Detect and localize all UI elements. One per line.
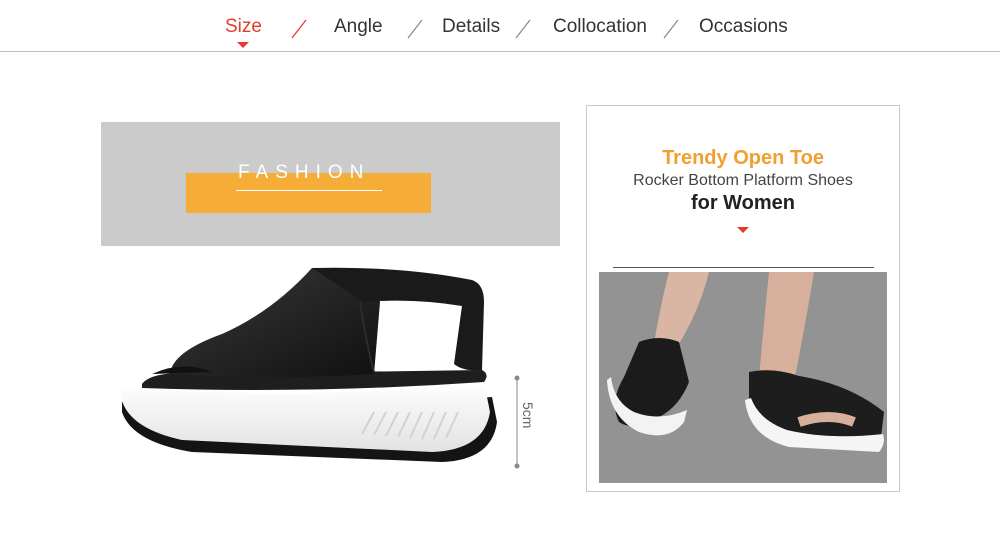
- model-wearing-shoes-photo: [599, 272, 887, 483]
- card-divider: [613, 267, 874, 268]
- tab-occasions[interactable]: Occasions: [699, 16, 788, 38]
- card-title-highlight: Trendy Open Toe: [662, 147, 824, 169]
- tab-details-label: Details: [442, 16, 501, 37]
- tab-separator-icon: [291, 19, 307, 39]
- active-tab-caret-icon: [237, 42, 250, 48]
- tab-angle-label: Angle: [334, 16, 383, 37]
- tab-size-label: Size: [225, 16, 262, 37]
- height-measure-label: 5cm: [520, 402, 536, 429]
- tab-size[interactable]: Size: [225, 16, 262, 48]
- banner-title: FASHION: [238, 162, 371, 183]
- tab-details[interactable]: Details: [442, 16, 500, 38]
- banner-underline: [236, 190, 382, 191]
- tab-separator-icon: [515, 19, 531, 39]
- tab-collocation-label: Collocation: [553, 16, 647, 37]
- tab-collocation[interactable]: Collocation: [553, 16, 647, 38]
- card-title-bold: for Women: [690, 192, 796, 214]
- tab-separator-icon: [407, 19, 423, 39]
- tab-bar: Size Angle Details Collocation Occasions: [0, 0, 1000, 52]
- product-detail-page: Size Angle Details Collocation Occasions…: [0, 0, 1000, 539]
- card-title-subtitle: Rocker Bottom Platform Shoes: [633, 172, 853, 189]
- tab-occasions-label: Occasions: [699, 16, 788, 37]
- fashion-banner: FASHION: [101, 122, 560, 246]
- card-caret-icon: [737, 227, 749, 233]
- shoe-side-view-image: [120, 267, 497, 462]
- tab-angle[interactable]: Angle: [334, 16, 383, 38]
- tab-separator-icon: [663, 19, 679, 39]
- product-card: Trendy Open Toe Rocker Bottom Platform S…: [586, 105, 900, 492]
